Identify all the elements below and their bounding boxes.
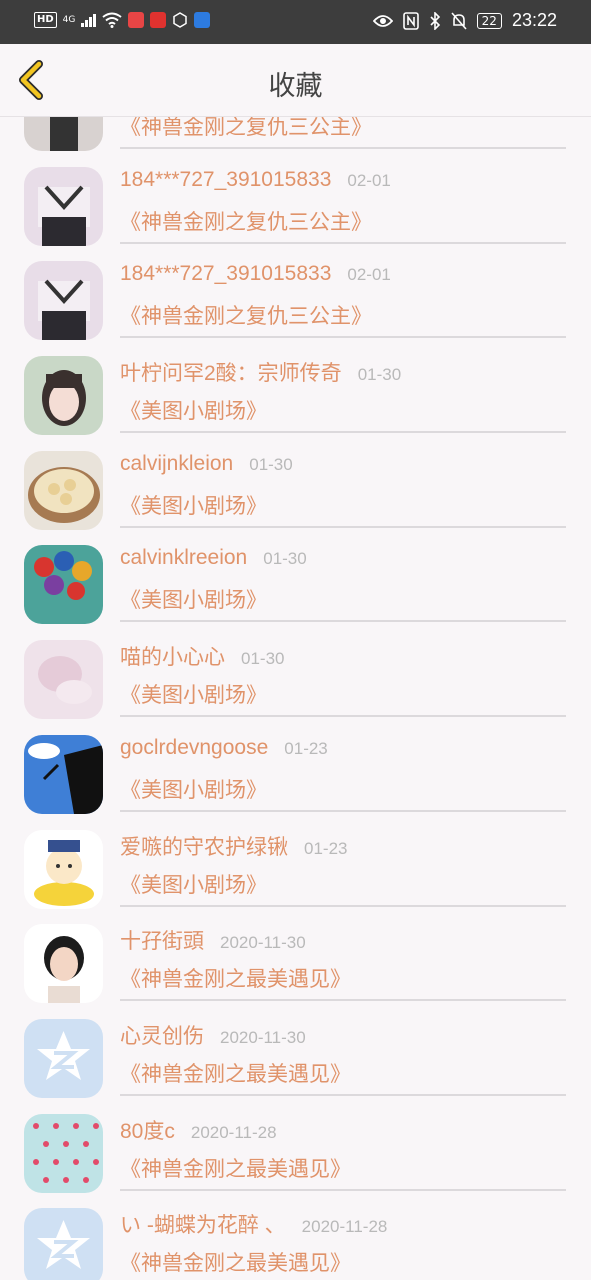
divider [120, 525, 566, 528]
floral-pattern-avatar[interactable] [24, 1113, 103, 1193]
drama-title[interactable]: 《神兽金刚之复仇三公主》 [120, 206, 372, 236]
user-name[interactable]: 喵的小心心 [120, 646, 225, 669]
eye-icon [372, 14, 393, 27]
pink-soft-avatar[interactable] [24, 640, 103, 720]
person-dark-avatar[interactable] [24, 117, 103, 151]
list-item[interactable]: calvinklreeion 01-30 《美图小剧场》 [0, 532, 591, 627]
short-hair-avatar[interactable] [24, 924, 103, 1004]
blue-app-icon [194, 12, 211, 28]
nfc-icon [402, 11, 419, 30]
divider [120, 1093, 566, 1096]
comment-date: 01-30 [249, 454, 293, 474]
hexagon-app-icon [173, 12, 188, 28]
drama-title[interactable]: 《美图小剧场》 [120, 395, 267, 425]
network-type-label: 4G [62, 15, 76, 25]
clock: 23:22 [511, 10, 557, 30]
list-item[interactable]: 184***727_391015833 02-01 《神兽金刚之复仇三公主》 [0, 248, 591, 343]
drama-title[interactable]: 《神兽金刚之复仇三公主》 [120, 117, 372, 141]
drama-title[interactable]: 《神兽金刚之最美遇见》 [120, 1058, 351, 1088]
cartoon-duck-avatar[interactable] [24, 829, 103, 909]
comment-date: 01-30 [241, 649, 285, 669]
list-item[interactable]: goclrdevngoose 01-23 《美图小剧场》 [0, 722, 591, 817]
user-name[interactable]: calvijnkleion [120, 452, 233, 475]
comment-date: 2020-11-28 [190, 1122, 277, 1142]
balloons-avatar[interactable] [24, 545, 103, 625]
drama-title[interactable]: 《神兽金刚之复仇三公主》 [120, 300, 372, 330]
default-qq-avatar[interactable] [24, 1208, 103, 1280]
drama-title[interactable]: 《神兽金刚之最美遇见》 [120, 1153, 351, 1183]
comment-date: 2020-11-28 [301, 1217, 388, 1237]
girl-uniform-avatar[interactable] [24, 261, 103, 341]
comment-date: 01-30 [263, 549, 307, 569]
hd-icon: HD [34, 12, 57, 28]
user-name[interactable]: goclrdevngoose [120, 736, 268, 759]
divider [120, 620, 566, 623]
drama-title[interactable]: 《美图小剧场》 [120, 490, 267, 520]
drama-title[interactable]: 《美图小剧场》 [120, 679, 267, 709]
divider [120, 336, 566, 339]
divider [120, 809, 566, 812]
bluetooth-icon [430, 11, 440, 30]
user-name[interactable]: 184***727_391015833 [120, 168, 331, 191]
wifi-icon [102, 12, 122, 28]
list-item[interactable]: 喵的小心心 01-30 《美图小剧场》 [0, 627, 591, 722]
shop-app-icon [150, 12, 167, 28]
status-right: 22 23:22 [372, 10, 557, 31]
default-qq-avatar[interactable] [24, 1018, 103, 1098]
divider [120, 1188, 566, 1191]
comment-date: 2020-11-30 [220, 933, 306, 953]
list-item[interactable]: 184***727_391015833 02-01 《神兽金刚之复仇三公主》 [0, 154, 591, 249]
user-name[interactable]: 心灵创伤 [120, 1025, 204, 1048]
comment-date: 02-01 [347, 170, 391, 190]
divider [120, 241, 566, 244]
mute-bell-icon [451, 11, 467, 30]
favorites-list[interactable]: 《神兽金刚之复仇三公主》 184***727_391015833 02-01 《神… [0, 117, 591, 1280]
user-name[interactable]: calvinklreeion [120, 546, 247, 569]
list-item[interactable]: 心灵创伤 2020-11-30 《神兽金刚之最美遇见》 [0, 1006, 591, 1101]
app-header: 收藏 [0, 44, 591, 117]
user-name[interactable]: 爱嗾的守农护绿锹 [120, 836, 288, 859]
list-item[interactable]: 80度c 2020-11-28 《神兽金刚之最美遇见》 [0, 1101, 591, 1196]
battery-icon: 22 [476, 12, 502, 29]
comment-date: 01-23 [304, 838, 348, 858]
divider [120, 431, 566, 434]
drama-title[interactable]: 《神兽金刚之最美遇见》 [120, 1247, 351, 1277]
list-item[interactable]: 十孖街頭 2020-11-30 《神兽金刚之最美遇见》 [0, 911, 591, 1006]
user-name[interactable]: 叶柠问罕2酸：宗师传奇 [120, 362, 342, 385]
drama-title[interactable]: 《美图小剧场》 [120, 584, 267, 614]
girl-uniform-avatar[interactable] [24, 166, 103, 246]
divider [120, 904, 566, 907]
divider [120, 147, 566, 149]
comment-date: 2020-11-30 [220, 1027, 306, 1047]
list-item[interactable]: 爱嗾的守农护绿锹 01-23 《美图小剧场》 [0, 817, 591, 912]
status-bar: HD 4G 22 23:22 [0, 0, 591, 44]
climber-avatar[interactable] [24, 734, 103, 814]
food-avatar[interactable] [24, 450, 103, 530]
list-item[interactable]: 叶柠问罕2酸：宗师传奇 01-30 《美图小剧场》 [0, 343, 591, 438]
comment-date: 01-30 [357, 365, 402, 385]
user-name[interactable]: い -蝴蝶为花醉 、 [120, 1214, 286, 1237]
divider [120, 999, 566, 1002]
list-item[interactable]: 《神兽金刚之复仇三公主》 [0, 117, 591, 154]
comment-date: 02-01 [347, 265, 391, 285]
drama-title[interactable]: 《美图小剧场》 [120, 774, 267, 804]
list-item[interactable]: い -蝴蝶为花醉 、 2020-11-28 《神兽金刚之最美遇见》 [0, 1195, 591, 1280]
comment-date: 01-23 [284, 738, 328, 758]
drama-title[interactable]: 《神兽金刚之最美遇见》 [120, 963, 351, 993]
user-name[interactable]: 十孖街頭 [120, 930, 204, 953]
girl-portrait-avatar[interactable] [24, 356, 103, 436]
list-item[interactable]: calvijnkleion 01-30 《美图小剧场》 [0, 438, 591, 533]
user-name[interactable]: 80度c [120, 1120, 175, 1143]
divider [120, 715, 566, 718]
status-left: HD 4G [34, 12, 211, 28]
drama-title[interactable]: 《美图小剧场》 [120, 869, 267, 899]
signal-icon [81, 13, 97, 27]
book-app-icon [128, 12, 145, 28]
page-title: 收藏 [268, 71, 323, 102]
user-name[interactable]: 184***727_391015833 [120, 262, 331, 285]
